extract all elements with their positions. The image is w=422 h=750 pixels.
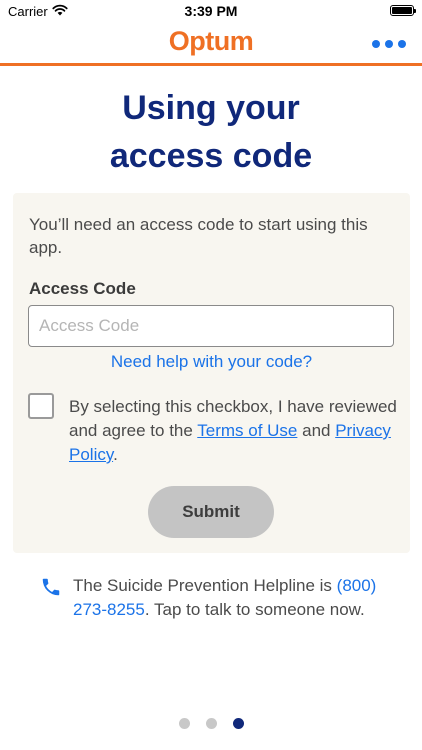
phone-icon	[42, 578, 60, 596]
page-indicator	[0, 718, 422, 729]
page-title-line2: access code	[109, 137, 313, 175]
help-with-code-link[interactable]: Need help with your code?	[13, 352, 410, 372]
status-bar: Carrier 3:39 PM	[0, 0, 422, 24]
submit-button[interactable]: Submit	[148, 486, 274, 538]
helpline-suffix: . Tap to talk to someone now.	[144, 600, 365, 619]
battery-icon	[390, 5, 416, 16]
page-title-line1: Using your	[122, 89, 300, 127]
app-header: Optum	[0, 24, 422, 66]
helpline-text: The Suicide Prevention Helpline is (800)…	[73, 574, 383, 622]
agreement-middle: and	[297, 421, 336, 440]
terms-of-use-link[interactable]: Terms of Use	[197, 421, 297, 440]
more-horizontal-icon-dot	[372, 40, 380, 48]
page-dot-3-active[interactable]	[232, 718, 244, 729]
more-horizontal-icon-dot	[398, 40, 406, 48]
agreement-text: By selecting this checkbox, I have revie…	[69, 395, 399, 467]
page-dot-1[interactable]	[178, 718, 190, 729]
page-dot-2[interactable]	[205, 718, 217, 729]
helpline-prefix: The Suicide Prevention Helpline is	[73, 576, 337, 595]
agreement-suffix: .	[113, 445, 118, 464]
agree-checkbox[interactable]	[28, 393, 54, 419]
status-time: 3:39 PM	[184, 3, 238, 19]
brand-logo: Optum	[168, 26, 254, 56]
more-menu-button[interactable]	[370, 36, 408, 52]
access-code-card: You’ll need an access code to start usin…	[13, 193, 410, 553]
intro-text: You’ll need an access code to start usin…	[29, 215, 368, 257]
page-title: Using your access code	[0, 84, 422, 180]
access-code-label: Access Code	[29, 279, 136, 298]
access-code-input[interactable]	[28, 305, 394, 347]
more-horizontal-icon-dot	[385, 40, 393, 48]
